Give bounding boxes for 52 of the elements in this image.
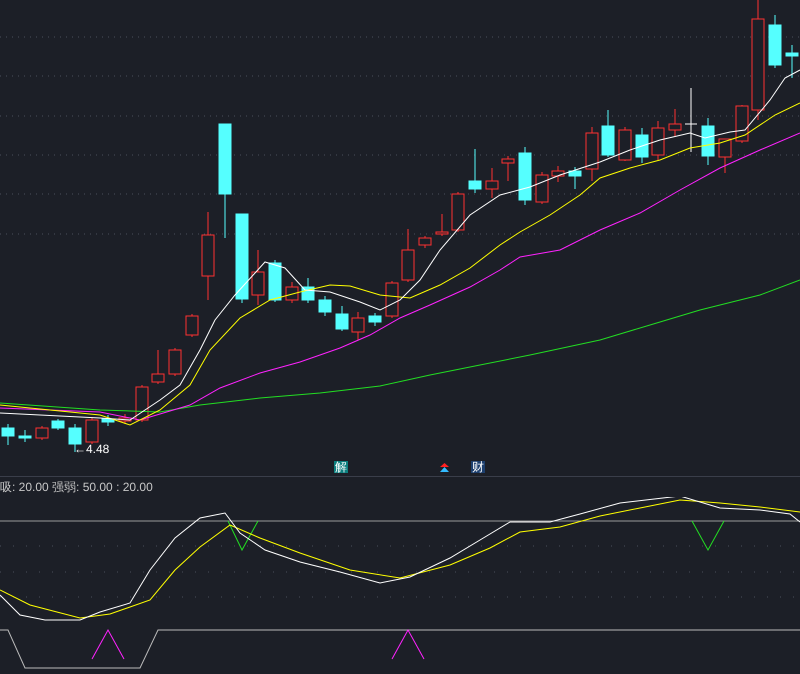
candlestick: [502, 156, 514, 182]
candlestick: [702, 118, 714, 166]
candlestick: [286, 282, 298, 304]
candlestick: [36, 426, 48, 440]
candlestick: [336, 306, 348, 332]
indicator-legend: 吸: 20.00 强弱: 50.00 : 20.00: [0, 478, 153, 496]
candlestick: [152, 350, 164, 384]
candlestick: [352, 312, 364, 340]
candlestick: [118, 414, 132, 424]
candlestick: [786, 44, 798, 78]
candlestick: [602, 110, 614, 158]
event-tag[interactable]: 解: [334, 461, 348, 473]
candlestick: [436, 214, 448, 236]
candlestick: [652, 120, 664, 160]
doji-candlestick: [684, 88, 698, 152]
candlestick: [552, 166, 564, 182]
candlestick: [18, 430, 32, 442]
candlestick: [186, 314, 198, 338]
low-price-label: ←4.48: [74, 443, 110, 455]
candlestick: [402, 228, 414, 282]
up-arrow-icon[interactable]: [440, 463, 449, 472]
candlestick: [586, 126, 598, 182]
candlestick: [568, 166, 582, 190]
candlestick: [368, 312, 382, 326]
candlestick: [636, 128, 648, 164]
candlestick: [52, 418, 64, 430]
signal-spike-line: [92, 628, 124, 660]
candlestick: [418, 236, 432, 248]
signal-spike-line: [692, 520, 724, 552]
candlestick: [102, 414, 114, 426]
candlestick: [252, 250, 264, 306]
candlestick: [86, 418, 98, 444]
candlestick: [136, 384, 148, 422]
candlestick: [536, 172, 548, 204]
signal-spike-line: [392, 628, 424, 660]
candlestick: [386, 280, 398, 318]
candlestick: [736, 104, 748, 144]
candlestick: [668, 108, 682, 138]
candlestick: [168, 348, 182, 376]
candlestick: [318, 296, 332, 316]
candlestick: [718, 138, 732, 174]
candlestick: [618, 126, 632, 162]
candlestick: [518, 146, 532, 206]
candlestick: [268, 260, 282, 302]
candlestick: [452, 192, 464, 232]
event-tag[interactable]: 财: [471, 461, 485, 473]
candlestick: [486, 168, 498, 198]
candlestick: [468, 148, 482, 194]
signal-spike-line: [228, 520, 258, 552]
candlestick: [768, 14, 782, 68]
candlestick: [2, 424, 14, 446]
candlestick: [302, 278, 314, 304]
